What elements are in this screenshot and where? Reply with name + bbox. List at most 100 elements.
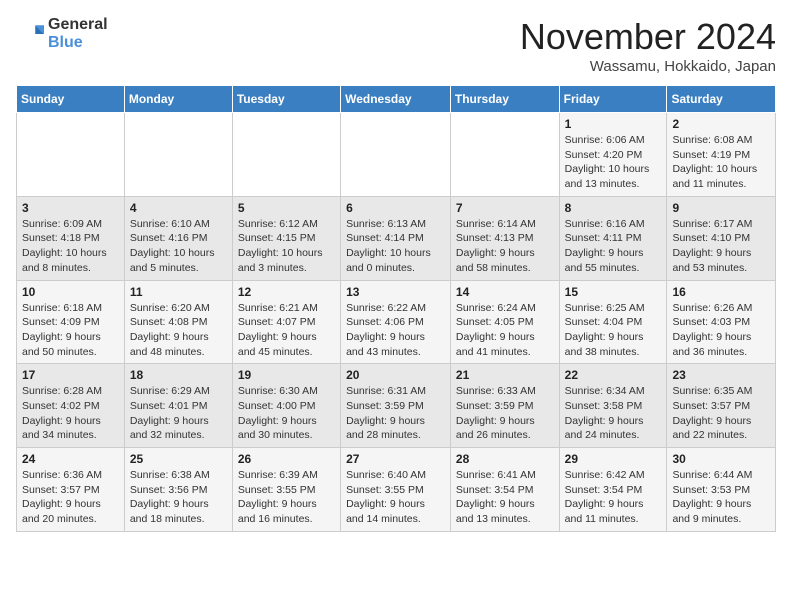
title-block: November 2024 Wassamu, Hokkaido, Japan	[520, 16, 776, 75]
cell-info: Sunrise: 6:40 AM Sunset: 3:55 PM Dayligh…	[346, 468, 445, 527]
cell-2-7: 9 Sunrise: 6:17 AM Sunset: 4:10 PM Daylig…	[667, 196, 776, 280]
week-row-1: 1Sunrise: 6:06 AM Sunset: 4:20 PM Daylig…	[17, 113, 776, 197]
cell-3-3: 12Sunrise: 6:21 AM Sunset: 4:07 PM Dayli…	[232, 280, 340, 364]
cell-3-4: 13 Sunrise: 6:22 AM Sunset: 4:06 PM Dayli…	[341, 280, 451, 364]
cell-info: Sunrise: 6:22 AM Sunset: 4:06 PM Dayligh…	[346, 301, 445, 360]
cell-5-3: 26Sunrise: 6:39 AM Sunset: 3:55 PM Dayli…	[232, 448, 340, 532]
week-row-4: 17 Sunrise: 6:28 AM Sunset: 4:02 PM Dayli…	[17, 364, 776, 448]
cell-info: Sunrise: 6:21 AM Sunset: 4:07 PM Dayligh…	[238, 301, 335, 360]
day-number: 3	[22, 201, 119, 215]
header-friday: Friday	[559, 86, 667, 113]
cell-info: Sunrise: 6:10 AM Sunset: 4:16 PM Dayligh…	[130, 217, 227, 276]
cell-info: Sunrise: 6:20 AM Sunset: 4:08 PM Dayligh…	[130, 301, 227, 360]
header-sunday: Sunday	[17, 86, 125, 113]
day-number: 2	[672, 117, 770, 131]
day-number: 22	[565, 368, 662, 382]
week-row-3: 10 Sunrise: 6:18 AM Sunset: 4:09 PM Dayli…	[17, 280, 776, 364]
day-number: 30	[672, 452, 770, 466]
cell-info: Sunrise: 6:08 AM Sunset: 4:19 PM Dayligh…	[672, 133, 770, 192]
logo-line2: Blue	[48, 34, 108, 52]
cell-info: Sunrise: 6:28 AM Sunset: 4:02 PM Dayligh…	[22, 384, 119, 443]
day-number: 18	[130, 368, 227, 382]
calendar-body: 1Sunrise: 6:06 AM Sunset: 4:20 PM Daylig…	[17, 113, 776, 532]
cell-4-2: 18 Sunrise: 6:29 AM Sunset: 4:01 PM Dayli…	[124, 364, 232, 448]
calendar-table: SundayMondayTuesdayWednesdayThursdayFrid…	[16, 85, 776, 532]
day-number: 6	[346, 201, 445, 215]
cell-1-3	[232, 113, 340, 197]
week-row-2: 3Sunrise: 6:09 AM Sunset: 4:18 PM Daylig…	[17, 196, 776, 280]
cell-info: Sunrise: 6:38 AM Sunset: 3:56 PM Dayligh…	[130, 468, 227, 527]
cell-info: Sunrise: 6:13 AM Sunset: 4:14 PM Dayligh…	[346, 217, 445, 276]
cell-info: Sunrise: 6:34 AM Sunset: 3:58 PM Dayligh…	[565, 384, 662, 443]
day-number: 19	[238, 368, 335, 382]
cell-5-6: 29 Sunrise: 6:42 AM Sunset: 3:54 PM Dayli…	[559, 448, 667, 532]
day-number: 10	[22, 285, 119, 299]
day-number: 15	[565, 285, 662, 299]
header-thursday: Thursday	[450, 86, 559, 113]
page-header: General Blue November 2024 Wassamu, Hokk…	[16, 16, 776, 75]
cell-2-6: 8 Sunrise: 6:16 AM Sunset: 4:11 PM Daylig…	[559, 196, 667, 280]
cell-3-2: 11 Sunrise: 6:20 AM Sunset: 4:08 PM Dayli…	[124, 280, 232, 364]
cell-info: Sunrise: 6:44 AM Sunset: 3:53 PM Dayligh…	[672, 468, 770, 527]
cell-5-5: 28 Sunrise: 6:41 AM Sunset: 3:54 PM Dayli…	[450, 448, 559, 532]
cell-info: Sunrise: 6:42 AM Sunset: 3:54 PM Dayligh…	[565, 468, 662, 527]
cell-1-7: 2 Sunrise: 6:08 AM Sunset: 4:19 PM Daylig…	[667, 113, 776, 197]
cell-4-3: 19 Sunrise: 6:30 AM Sunset: 4:00 PM Dayli…	[232, 364, 340, 448]
cell-info: Sunrise: 6:29 AM Sunset: 4:01 PM Dayligh…	[130, 384, 227, 443]
calendar-header-row: SundayMondayTuesdayWednesdayThursdayFrid…	[17, 86, 776, 113]
cell-1-5	[450, 113, 559, 197]
cell-info: Sunrise: 6:25 AM Sunset: 4:04 PM Dayligh…	[565, 301, 662, 360]
day-number: 7	[456, 201, 554, 215]
day-number: 25	[130, 452, 227, 466]
cell-info: Sunrise: 6:14 AM Sunset: 4:13 PM Dayligh…	[456, 217, 554, 276]
cell-1-1	[17, 113, 125, 197]
cell-3-7: 16 Sunrise: 6:26 AM Sunset: 4:03 PM Dayli…	[667, 280, 776, 364]
cell-4-7: 23 Sunrise: 6:35 AM Sunset: 3:57 PM Dayli…	[667, 364, 776, 448]
cell-info: Sunrise: 6:26 AM Sunset: 4:03 PM Dayligh…	[672, 301, 770, 360]
cell-info: Sunrise: 6:16 AM Sunset: 4:11 PM Dayligh…	[565, 217, 662, 276]
cell-info: Sunrise: 6:35 AM Sunset: 3:57 PM Dayligh…	[672, 384, 770, 443]
day-number: 5	[238, 201, 335, 215]
cell-2-4: 6 Sunrise: 6:13 AM Sunset: 4:14 PM Daylig…	[341, 196, 451, 280]
cell-1-2	[124, 113, 232, 197]
day-number: 9	[672, 201, 770, 215]
day-number: 21	[456, 368, 554, 382]
week-row-5: 24Sunrise: 6:36 AM Sunset: 3:57 PM Dayli…	[17, 448, 776, 532]
cell-5-2: 25 Sunrise: 6:38 AM Sunset: 3:56 PM Dayli…	[124, 448, 232, 532]
cell-5-4: 27 Sunrise: 6:40 AM Sunset: 3:55 PM Dayli…	[341, 448, 451, 532]
day-number: 17	[22, 368, 119, 382]
cell-info: Sunrise: 6:33 AM Sunset: 3:59 PM Dayligh…	[456, 384, 554, 443]
cell-3-1: 10 Sunrise: 6:18 AM Sunset: 4:09 PM Dayli…	[17, 280, 125, 364]
day-number: 13	[346, 285, 445, 299]
day-number: 28	[456, 452, 554, 466]
cell-info: Sunrise: 6:18 AM Sunset: 4:09 PM Dayligh…	[22, 301, 119, 360]
day-number: 23	[672, 368, 770, 382]
cell-info: Sunrise: 6:41 AM Sunset: 3:54 PM Dayligh…	[456, 468, 554, 527]
cell-5-1: 24Sunrise: 6:36 AM Sunset: 3:57 PM Dayli…	[17, 448, 125, 532]
cell-info: Sunrise: 6:17 AM Sunset: 4:10 PM Dayligh…	[672, 217, 770, 276]
day-number: 24	[22, 452, 119, 466]
month-title: November 2024	[520, 16, 776, 58]
cell-4-5: 21 Sunrise: 6:33 AM Sunset: 3:59 PM Dayli…	[450, 364, 559, 448]
logo: General Blue	[16, 16, 108, 51]
header-wednesday: Wednesday	[341, 86, 451, 113]
cell-info: Sunrise: 6:30 AM Sunset: 4:00 PM Dayligh…	[238, 384, 335, 443]
day-number: 29	[565, 452, 662, 466]
cell-2-1: 3Sunrise: 6:09 AM Sunset: 4:18 PM Daylig…	[17, 196, 125, 280]
day-number: 8	[565, 201, 662, 215]
cell-info: Sunrise: 6:24 AM Sunset: 4:05 PM Dayligh…	[456, 301, 554, 360]
day-number: 14	[456, 285, 554, 299]
day-number: 16	[672, 285, 770, 299]
logo-line1: General	[48, 16, 108, 34]
day-number: 4	[130, 201, 227, 215]
cell-2-2: 4 Sunrise: 6:10 AM Sunset: 4:16 PM Daylig…	[124, 196, 232, 280]
day-number: 11	[130, 285, 227, 299]
cell-info: Sunrise: 6:39 AM Sunset: 3:55 PM Dayligh…	[238, 468, 335, 527]
cell-3-6: 15 Sunrise: 6:25 AM Sunset: 4:04 PM Dayli…	[559, 280, 667, 364]
day-number: 27	[346, 452, 445, 466]
location-title: Wassamu, Hokkaido, Japan	[520, 58, 776, 75]
cell-1-4	[341, 113, 451, 197]
day-number: 1	[565, 117, 662, 131]
header-monday: Monday	[124, 86, 232, 113]
day-number: 20	[346, 368, 445, 382]
